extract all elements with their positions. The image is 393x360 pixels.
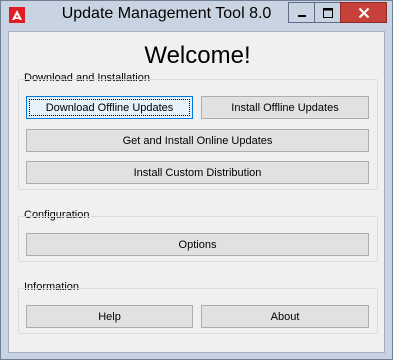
download-offline-updates-button[interactable]: Download Offline Updates	[26, 96, 193, 119]
title-bar[interactable]: Update Management Tool 8.0	[1, 1, 392, 30]
about-button[interactable]: About	[201, 305, 369, 328]
main-window: Update Management Tool 8.0 Welcome! Down…	[0, 0, 393, 360]
get-install-online-updates-button[interactable]: Get and Install Online Updates	[26, 129, 369, 152]
help-button[interactable]: Help	[26, 305, 193, 328]
maximize-button[interactable]	[314, 2, 341, 23]
close-button[interactable]	[340, 2, 387, 23]
window-title: Update Management Tool 8.0	[61, 5, 272, 22]
adobe-logo-icon[interactable]	[9, 7, 25, 23]
install-offline-updates-button[interactable]: Install Offline Updates	[201, 96, 369, 119]
maximize-icon	[322, 7, 333, 18]
focus-rectangle	[29, 99, 190, 116]
close-icon	[358, 7, 369, 18]
options-button[interactable]: Options	[26, 233, 369, 256]
minimize-icon	[297, 14, 306, 17]
install-custom-distribution-button[interactable]: Install Custom Distribution	[26, 161, 369, 184]
dialog-body: Welcome! Download and Installation Downl…	[8, 31, 385, 353]
minimize-button[interactable]	[288, 2, 315, 23]
welcome-heading: Welcome!	[144, 42, 251, 69]
